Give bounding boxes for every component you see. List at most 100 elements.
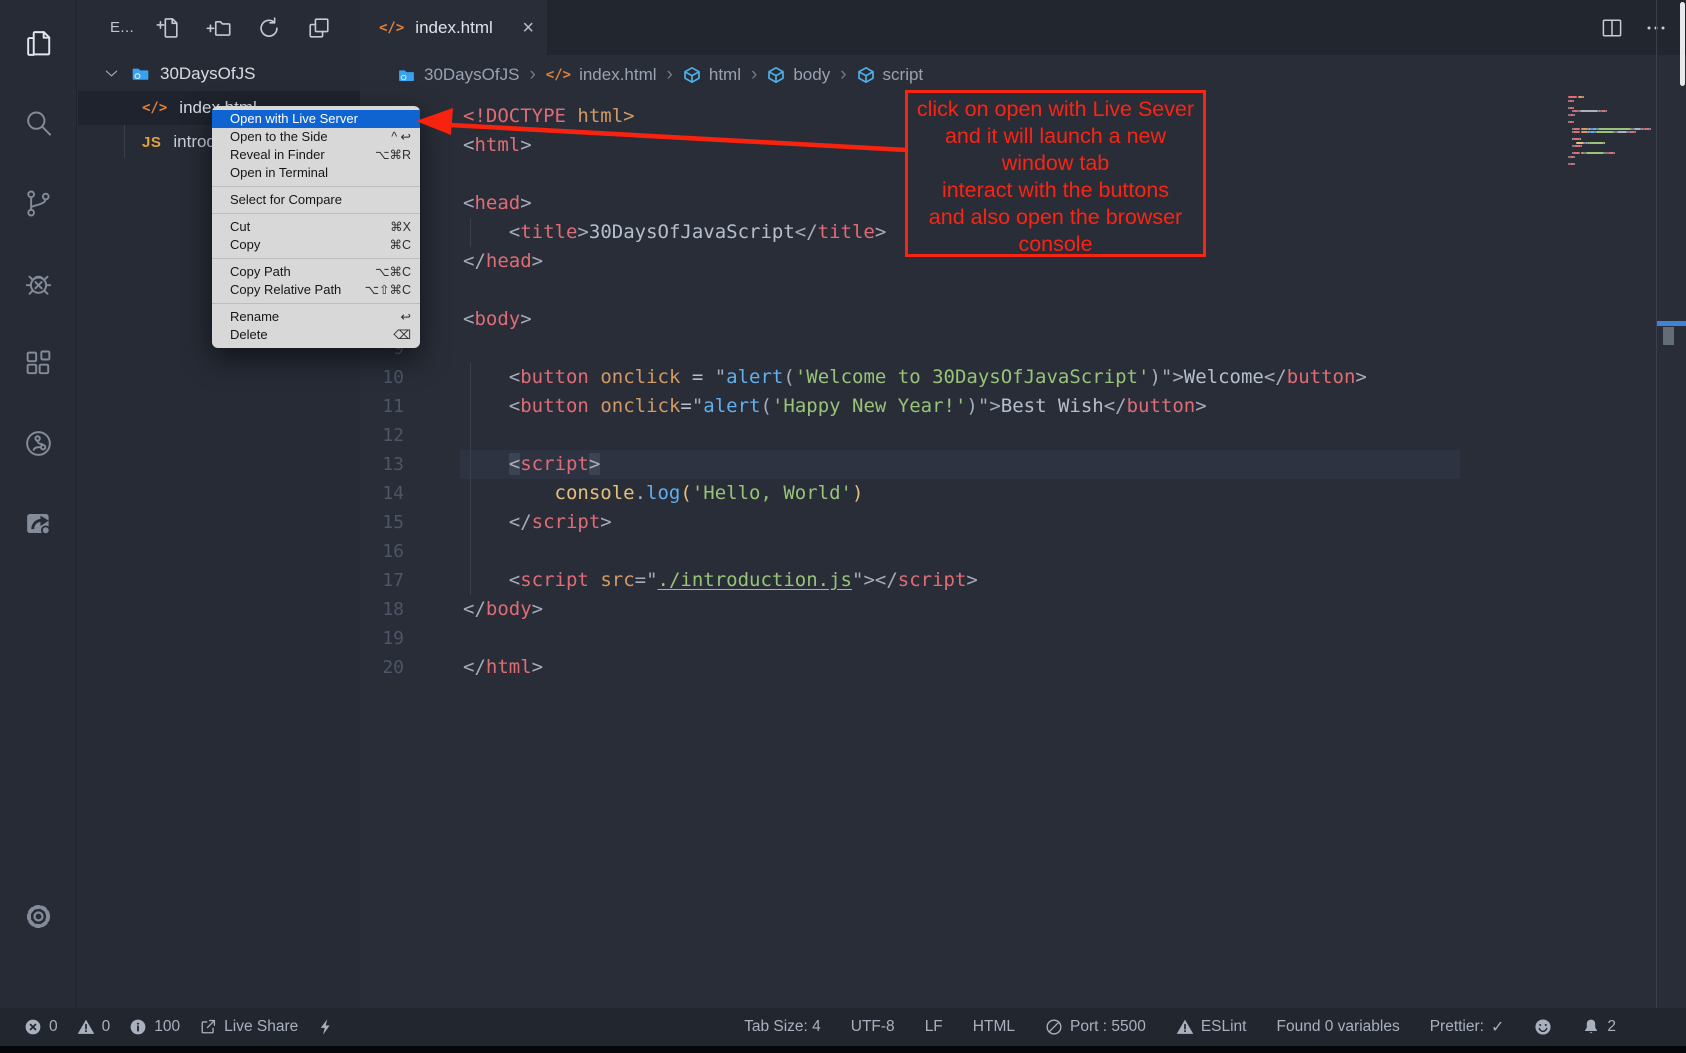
menu-item-shortcut: ⌥⌘C	[375, 263, 411, 281]
status-label: 100	[154, 1018, 180, 1036]
html-file-icon: </>	[142, 100, 167, 116]
menu-item-label: Delete	[230, 326, 268, 344]
html-file-icon: </>	[546, 67, 571, 83]
code-line-11: 11 <button onclick="alert('Happy New Yea…	[360, 392, 1686, 421]
status-notifications[interactable]: 2	[1582, 1018, 1616, 1036]
menu-item-copy[interactable]: Copy⌘C	[212, 236, 420, 254]
status-variables[interactable]: Found 0 variables	[1276, 1018, 1399, 1036]
new-file-icon[interactable]	[156, 15, 182, 41]
overview-ruler[interactable]	[1656, 0, 1686, 1008]
minimap-line	[1568, 131, 1654, 133]
breadcrumb-item-html[interactable]: html	[683, 65, 741, 85]
code-line-14: 14 console.log('Hello, World')	[360, 479, 1686, 508]
activity-item-extensions[interactable]	[0, 323, 77, 403]
extensions-icon	[23, 348, 54, 379]
code-line-16: 16	[360, 537, 1686, 566]
line-number: 16	[360, 537, 424, 566]
sidebar-item-root-folder[interactable]: 30DaysOfJS	[78, 57, 360, 90]
status-live-share[interactable]: Live Share	[199, 1018, 298, 1036]
run-debug-icon	[23, 268, 54, 299]
activity-item-search[interactable]	[0, 83, 77, 163]
breadcrumb-item-body[interactable]: body	[767, 65, 830, 85]
minimap-line	[1568, 121, 1654, 123]
split-editor-icon[interactable]	[1600, 16, 1624, 40]
menu-item-shortcut: ⌘C	[389, 236, 411, 254]
new-folder-icon[interactable]	[206, 15, 232, 41]
line-content: <head>	[424, 189, 532, 218]
status-errors[interactable]: 0	[24, 1018, 58, 1036]
status-encoding[interactable]: UTF-8	[851, 1018, 895, 1036]
status-feedback[interactable]	[1534, 1018, 1552, 1036]
export-icon	[199, 1018, 217, 1036]
activity-item-source-control[interactable]	[0, 163, 77, 243]
minimap-line	[1568, 149, 1654, 151]
symbol-icon	[683, 66, 701, 84]
status-info-count[interactable]: 100	[129, 1018, 180, 1036]
line-content	[424, 421, 463, 450]
activity-item-settings[interactable]	[0, 876, 77, 956]
status-label: LF	[925, 1018, 943, 1036]
status-label: 0	[49, 1018, 58, 1036]
breadcrumb-item-script[interactable]: script	[857, 65, 924, 85]
menu-item-shortcut: ⌥⌘R	[375, 146, 411, 164]
annotation-text-line: and it will launch a new	[908, 123, 1203, 150]
menu-item-label: Open with Live Server	[230, 110, 358, 128]
activity-item-run-debug[interactable]	[0, 243, 77, 323]
chevron-down-icon	[102, 64, 121, 83]
line-content	[424, 276, 463, 305]
menu-item-open-with-live-server[interactable]: Open with Live Server	[212, 110, 420, 128]
tab-index-html[interactable]: </> index.html ×	[360, 0, 547, 55]
code-line-9: 9	[360, 334, 1686, 363]
line-number: 13	[360, 450, 424, 479]
menu-item-select-for-compare[interactable]: Select for Compare	[212, 191, 420, 209]
folder-icon	[397, 67, 416, 84]
explorer-icon	[23, 28, 54, 59]
status-warnings[interactable]: 0	[77, 1018, 111, 1036]
menu-item-rename[interactable]: Rename↩	[212, 308, 420, 326]
menu-item-cut[interactable]: Cut⌘X	[212, 218, 420, 236]
menu-item-open-to-the-side[interactable]: Open to the Side^ ↩	[212, 128, 420, 146]
source-control-icon	[23, 188, 54, 219]
menu-item-reveal-in-finder[interactable]: Reveal in Finder ⌥⌘R	[212, 146, 420, 164]
menu-item-shortcut: ↩	[401, 308, 411, 326]
line-number: 20	[360, 653, 424, 682]
minimap[interactable]	[1568, 96, 1654, 166]
code-line-18: 18</body>	[360, 595, 1686, 624]
status-prettier[interactable]: Prettier:✓	[1430, 1017, 1505, 1037]
refresh-explorer-icon[interactable]	[256, 15, 282, 41]
breadcrumb-item-30DaysOfJS[interactable]: 30DaysOfJS	[397, 65, 519, 85]
status-bar-right: Tab Size: 4 UTF-8 LF HTML Port : 5500 ESLint F…	[744, 1017, 1616, 1037]
tab-strip: </> index.html ×	[360, 0, 1686, 55]
breadcrumb-item-index.html[interactable]: </> index.html	[546, 65, 657, 85]
line-content: </script>	[424, 508, 612, 537]
bolt-icon	[317, 1018, 335, 1036]
breadcrumb-label: index.html	[579, 65, 656, 85]
activity-item-explorer[interactable]	[0, 3, 77, 83]
status-label: Tab Size: 4	[744, 1018, 821, 1036]
annotation-text-line: click on open with Live Sever	[908, 96, 1203, 123]
activity-item-publisher[interactable]	[0, 483, 77, 563]
code-line-17: 17 <script src="./introduction.js"></scr…	[360, 566, 1686, 595]
line-content: <button onclick="alert('Happy New Year!'…	[424, 392, 1207, 421]
status-label: 2	[1607, 1018, 1616, 1036]
menu-item-copy-relative-path[interactable]: Copy Relative Path⌥⇧⌘C	[212, 281, 420, 299]
breadcrumb-separator: ›	[527, 64, 537, 86]
status-tab-size[interactable]: Tab Size: 4	[744, 1018, 821, 1036]
status-live-server-port[interactable]: Port : 5500	[1045, 1018, 1146, 1036]
status-eol[interactable]: LF	[925, 1018, 943, 1036]
status-language-mode[interactable]: HTML	[973, 1018, 1015, 1036]
close-icon[interactable]: ×	[522, 18, 534, 38]
status-quick-action[interactable]	[317, 1018, 335, 1036]
code-line-10: 10 <button onclick = "alert('Welcome to …	[360, 363, 1686, 392]
status-label: ESLint	[1201, 1018, 1247, 1036]
collapse-folders-icon[interactable]	[306, 15, 332, 41]
activity-item-live-share[interactable]	[0, 403, 77, 483]
menu-item-label: Open in Terminal	[230, 164, 328, 182]
menu-item-copy-path[interactable]: Copy Path⌥⌘C	[212, 263, 420, 281]
os-scrollbar[interactable]	[1680, 2, 1685, 86]
breadcrumb-separator: ›	[665, 64, 675, 86]
menu-item-open-in-terminal[interactable]: Open in Terminal	[212, 164, 420, 182]
menu-item-delete[interactable]: Delete⌫	[212, 326, 420, 344]
menu-item-label: Reveal in Finder	[230, 146, 325, 164]
status-eslint[interactable]: ESLint	[1176, 1018, 1247, 1036]
